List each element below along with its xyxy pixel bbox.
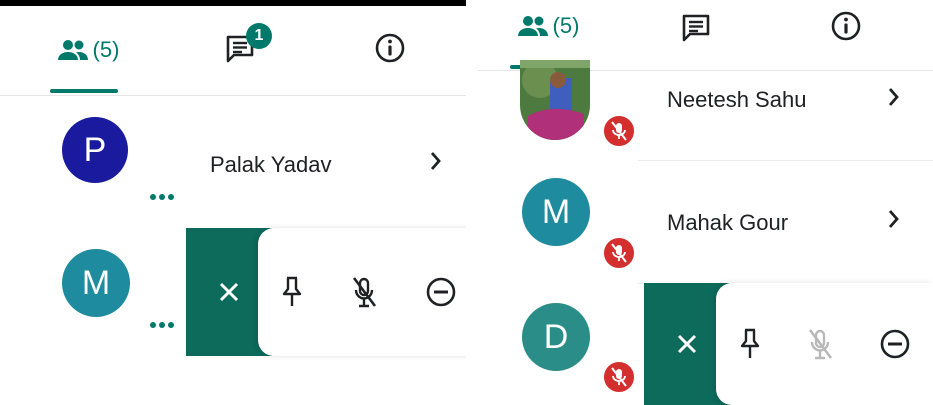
mute-button[interactable] xyxy=(350,275,378,309)
avatar: M xyxy=(62,249,130,317)
avatar-photo xyxy=(520,60,590,140)
mic-off-icon xyxy=(611,121,627,141)
chevron-right-icon[interactable] xyxy=(888,208,900,236)
chat-unread-badge: 1 xyxy=(246,23,272,49)
tab-chat[interactable] xyxy=(676,8,716,48)
tab-info[interactable] xyxy=(828,8,864,44)
participant-action-bar xyxy=(644,283,933,405)
mute-button xyxy=(806,327,834,361)
pin-button[interactable] xyxy=(739,327,761,361)
remove-button[interactable] xyxy=(879,328,911,360)
more-dots-icon[interactable] xyxy=(150,322,174,328)
tab-people-underline xyxy=(50,89,118,93)
remove-button[interactable] xyxy=(425,276,457,308)
pin-icon xyxy=(740,328,759,358)
people-icon xyxy=(517,16,548,36)
muted-indicator xyxy=(602,236,636,270)
left-participants-panel: (5) 1 P Palak Yadav M xyxy=(0,0,466,405)
pin-button[interactable] xyxy=(281,275,303,309)
close-icon xyxy=(219,282,239,302)
mic-off-icon xyxy=(352,277,377,308)
action-icons xyxy=(258,228,466,356)
participant-action-bar xyxy=(186,228,466,356)
close-icon xyxy=(677,334,697,354)
top-edge-bar xyxy=(0,0,466,6)
mic-off-icon xyxy=(808,329,832,360)
participant-name: Neetesh Sahu xyxy=(667,87,807,112)
people-count: (5) xyxy=(92,37,120,62)
avatar-initial: M xyxy=(541,192,571,231)
avatar: P xyxy=(62,117,128,183)
avatar-initial: P xyxy=(83,130,107,169)
right-participants-panel: (5) Neetesh Sahu M Mahak Gour D xyxy=(478,0,933,405)
muted-indicator xyxy=(602,114,636,148)
action-icons xyxy=(716,283,933,405)
more-dots-icon[interactable] xyxy=(150,194,174,200)
mic-off-icon xyxy=(611,367,627,387)
people-icon xyxy=(57,40,88,60)
participant-name: Palak Yadav xyxy=(210,152,332,177)
mic-off-icon xyxy=(611,243,627,263)
avatar: D xyxy=(522,303,590,371)
info-icon xyxy=(375,33,405,63)
people-count: (5) xyxy=(552,13,580,38)
participant-name: Mahak Gour xyxy=(667,210,789,235)
info-icon xyxy=(831,11,861,41)
tab-people[interactable]: (5) xyxy=(48,30,128,70)
row-divider xyxy=(638,160,933,161)
pin-icon xyxy=(283,276,302,306)
chevron-right-icon[interactable] xyxy=(430,150,442,178)
remove-icon xyxy=(426,277,455,307)
muted-indicator xyxy=(602,360,636,394)
avatar-initial: D xyxy=(543,317,569,356)
tab-people[interactable]: (5) xyxy=(508,6,588,46)
avatar-initial: M xyxy=(81,263,111,302)
chat-icon xyxy=(682,14,710,42)
avatar: M xyxy=(522,178,590,246)
chevron-right-icon[interactable] xyxy=(888,86,900,114)
tabs-divider xyxy=(0,95,466,96)
remove-icon xyxy=(880,329,909,359)
tab-info[interactable] xyxy=(372,30,408,66)
